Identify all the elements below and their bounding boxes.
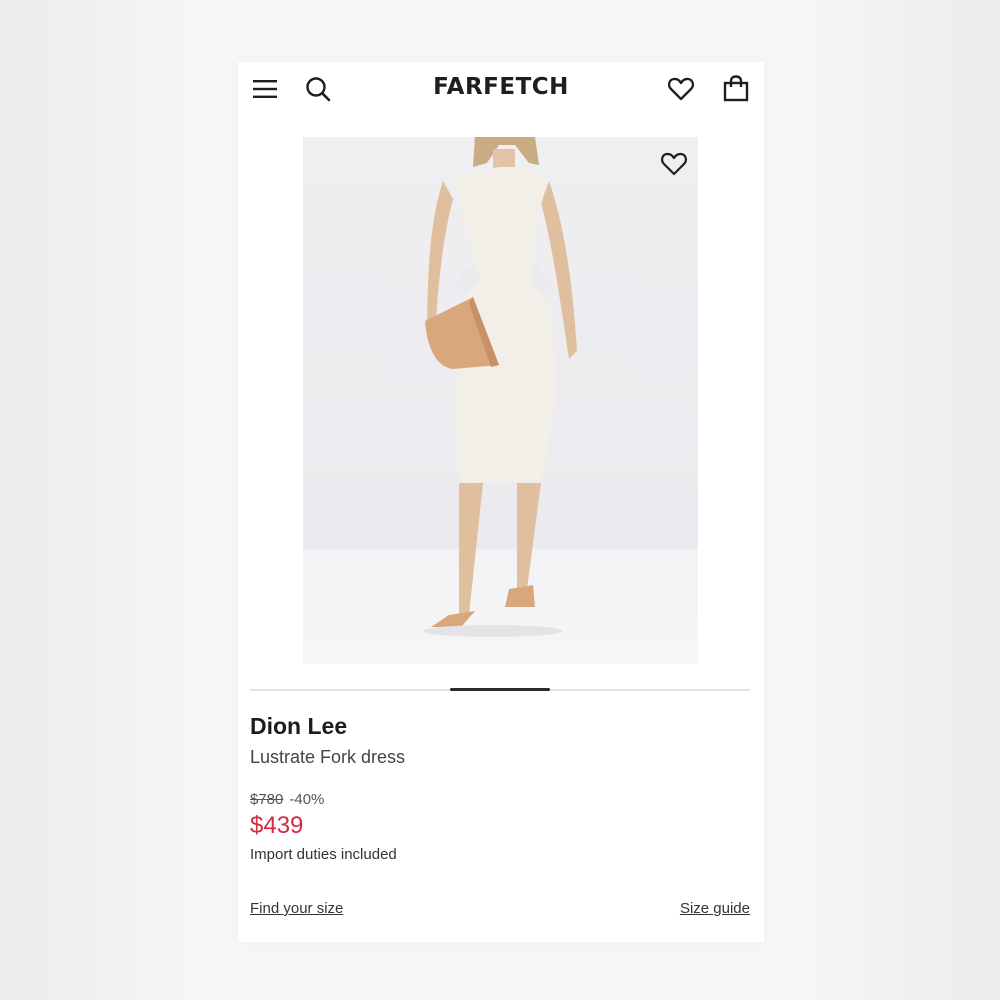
farfetch-logo[interactable]: FARFETCH [378, 74, 624, 100]
discount-badge: -40% [289, 791, 325, 808]
find-your-size-link[interactable]: Find your size [250, 900, 343, 917]
brand-name[interactable]: Dion Lee [250, 713, 347, 740]
size-guide-link[interactable]: Size guide [680, 900, 750, 917]
shopping-bag-icon[interactable] [721, 73, 751, 103]
original-price: $780 [250, 791, 284, 808]
product-image[interactable] [303, 137, 698, 664]
carousel-position-thumb [450, 688, 550, 691]
search-icon[interactable] [303, 74, 333, 104]
duties-note: Import duties included [250, 846, 397, 863]
menu-icon[interactable] [250, 74, 280, 104]
product-page: FARFETCH Dion Lee Lustrate Fork dress $7… [238, 62, 764, 942]
add-to-wishlist-icon[interactable] [660, 151, 688, 182]
product-name: Lustrate Fork dress [250, 747, 406, 767]
heart-icon[interactable] [666, 74, 696, 104]
original-price-row: $780 -40% [250, 791, 324, 808]
image-carousel-indicator[interactable] [250, 688, 750, 691]
sale-price: $439 [250, 812, 304, 839]
dress-photo [423, 137, 577, 637]
